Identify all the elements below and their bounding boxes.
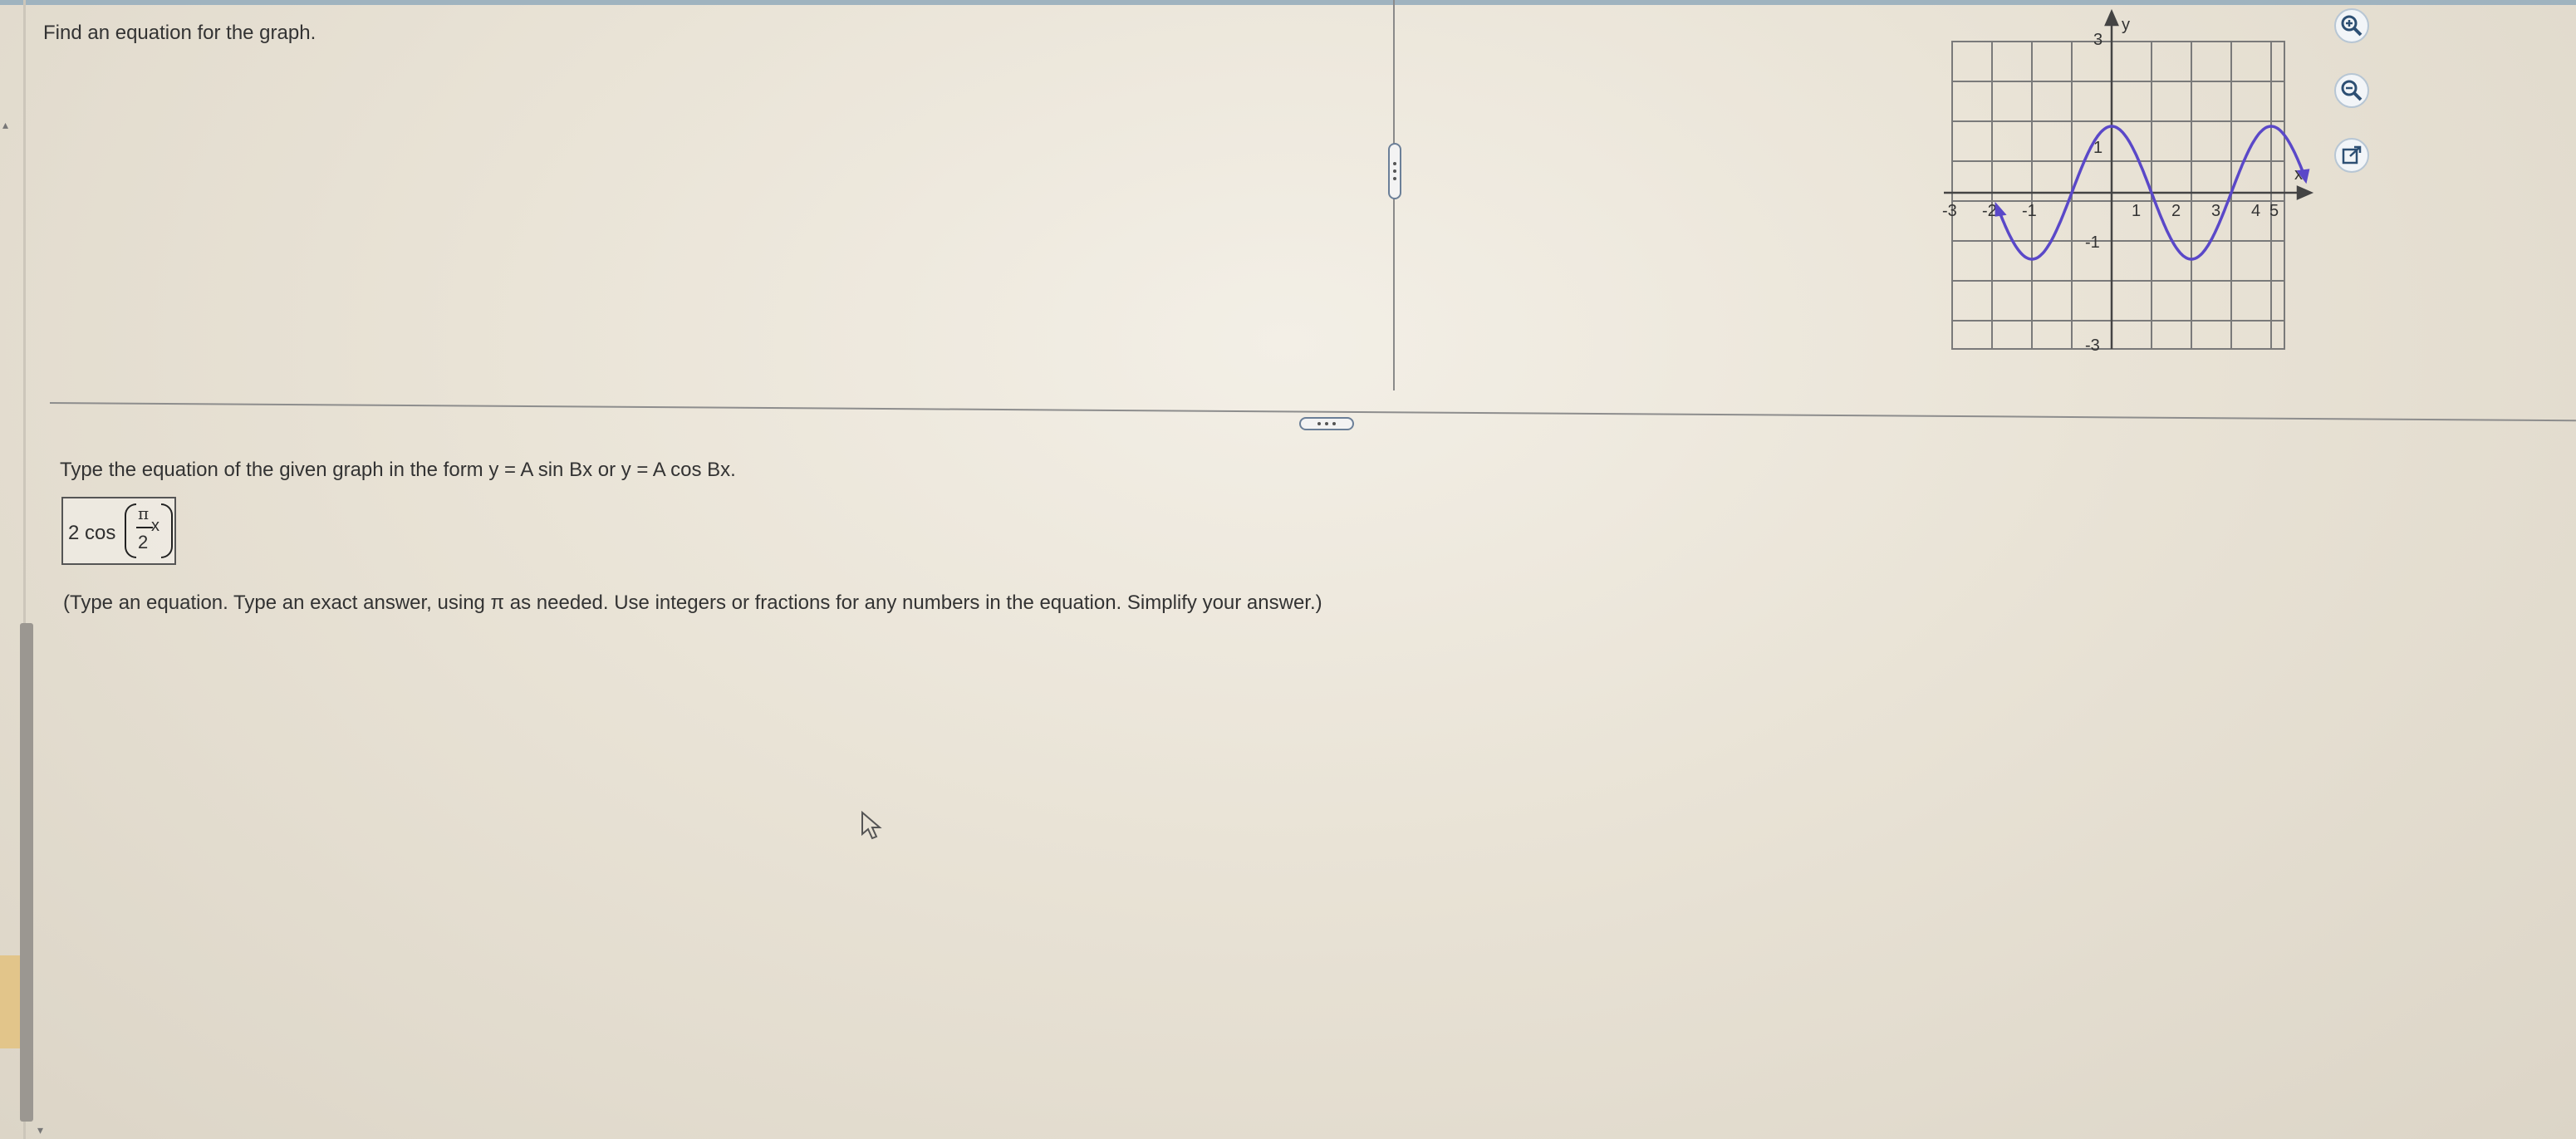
top-border <box>0 0 2576 5</box>
zoom-out-icon <box>2341 80 2363 101</box>
vertical-resize-handle[interactable] <box>1388 143 1401 199</box>
fraction-bar <box>136 527 153 528</box>
scrollbar-thumb[interactable] <box>20 623 33 1122</box>
y-axis-label: y <box>2122 16 2130 34</box>
x-tick-label: 2 <box>2171 202 2181 220</box>
fraction-denominator: 2 <box>138 532 149 552</box>
left-parenthesis <box>125 503 136 558</box>
question-prompt: Find an equation for the graph. <box>43 22 316 44</box>
zoom-in-button[interactable] <box>2334 8 2369 43</box>
scroll-up-arrow-icon[interactable]: ▴ <box>2 118 8 132</box>
zoom-out-button[interactable] <box>2334 73 2369 108</box>
external-link-icon <box>2342 145 2362 164</box>
graph-grid <box>1951 41 2285 350</box>
answer-variable: x <box>151 517 159 535</box>
instruction-connector: or <box>592 459 621 481</box>
form-sine: y = A sin Bx <box>488 459 593 481</box>
x-tick-label: -3 <box>1942 202 1957 220</box>
x-tick-label: 3 <box>2211 202 2220 220</box>
curve-arrow-left <box>1995 201 2007 217</box>
instruction-prefix: Type the equation of the given graph in … <box>60 459 489 481</box>
zoom-in-icon <box>2341 15 2363 37</box>
scroll-down-arrow-icon[interactable]: ▾ <box>37 1123 43 1137</box>
y-tick-label: -3 <box>2085 336 2100 355</box>
y-tick-label: 3 <box>2093 31 2103 49</box>
fraction-numerator: π <box>138 503 150 523</box>
answer-coefficient: 2 cos <box>68 522 116 544</box>
x-tick-label: 1 <box>2132 202 2141 220</box>
sine-cosine-graph: x y -3 -2 -1 1 2 3 4 5 3 1 -1 -3 <box>1942 8 2314 355</box>
horizontal-resize-handle[interactable] <box>1299 417 1354 430</box>
form-cosine: y = A cos Bx <box>621 459 731 481</box>
left-scroll-rail[interactable]: ▴ <box>0 0 33 1139</box>
x-tick-label: -1 <box>2022 202 2037 220</box>
right-parenthesis <box>161 503 173 558</box>
answer-instruction: Type the equation of the given graph in … <box>60 459 736 482</box>
answer-help-text: (Type an equation. Type an exact answer,… <box>63 592 1322 614</box>
y-tick-label: -1 <box>2085 233 2100 252</box>
mouse-pointer-icon <box>861 811 882 840</box>
open-in-new-window-button[interactable] <box>2334 138 2369 173</box>
x-tick-label: 5 <box>2269 202 2279 220</box>
x-tick-label: 4 <box>2251 202 2260 220</box>
graph-axes <box>1944 8 2314 349</box>
answer-input-box[interactable]: 2 cos π 2 x <box>61 497 176 565</box>
x-tick-label: -2 <box>1982 202 1997 220</box>
instruction-suffix: . <box>730 459 736 481</box>
